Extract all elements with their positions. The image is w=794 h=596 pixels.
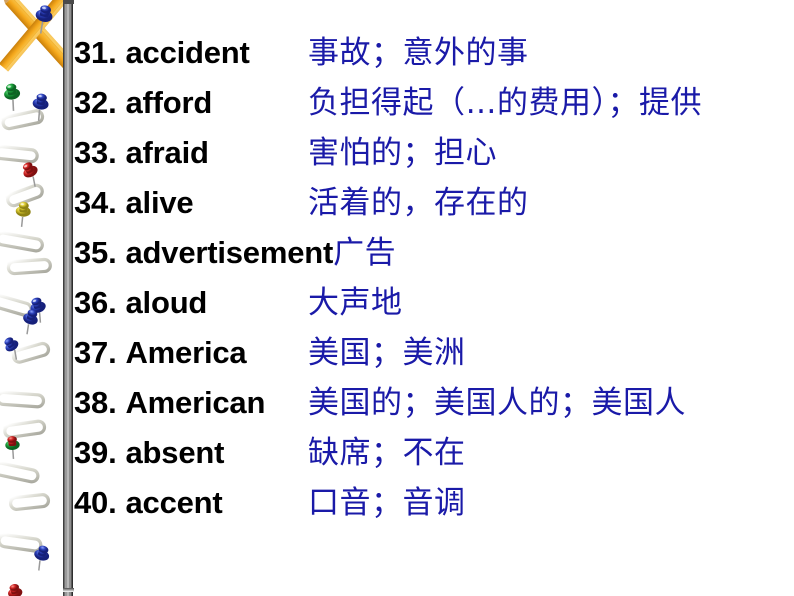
entry-english: 39. absent [74,428,308,478]
entry-number: 39. [74,435,117,470]
vocabulary-entry: 33. afraid 害怕的；担心 [74,128,794,178]
entry-word: aloud [125,285,208,320]
entry-english: 37. America [74,328,308,378]
entry-word: accident [125,35,250,70]
entry-word: accent [125,485,223,520]
entry-english: 34. alive [74,178,308,228]
entry-chinese: 害怕的；担心 [308,135,497,171]
entry-number: 33. [74,135,117,170]
entry-number: 32. [74,85,117,120]
vocabulary-list: 31. accident 事故；意外的事 32. afford 负担得起（…的费用）；提… [74,28,794,528]
entry-chinese: 广告 [333,235,397,271]
vocabulary-entry: 34. alive 活着的，存在的 [74,178,794,228]
entry-chinese: 大声地 [308,285,403,321]
vocabulary-entry: 39. absent 缺席；不在 [74,428,794,478]
vocabulary-entry: 40. accent 口音；音调 [74,478,794,528]
entry-number: 35. [74,235,117,270]
entry-chinese: 美国的；美国人的；美国人 [308,385,686,421]
entry-english: 36. aloud [74,278,308,328]
vocabulary-entry: 37. America 美国；美洲 [74,328,794,378]
entry-english: 31. accident [74,28,308,78]
entry-chinese: 活着的，存在的 [308,185,529,221]
vocabulary-entry: 32. afford 负担得起（…的费用）；提供 [74,78,794,128]
vertical-divider [63,0,74,596]
entry-number: 37. [74,335,117,370]
vocabulary-entry: 35. advertisement广告 [74,228,794,278]
content-area: 31. accident 事故；意外的事 32. afford 负担得起（…的费用）；提… [74,0,794,596]
entry-number: 34. [74,185,117,220]
vocabulary-entry: 36. aloud 大声地 [74,278,794,328]
entry-english: 35. advertisement [74,228,333,278]
divider-bottom-cap [63,588,74,592]
stationery-border-image [0,0,63,596]
entry-english: 38. American [74,378,308,428]
divider-top-cap [63,0,74,4]
entry-number: 31. [74,35,117,70]
entry-number: 38. [74,385,117,420]
entry-number: 40. [74,485,117,520]
entry-chinese: 缺席；不在 [308,435,466,471]
entry-word: American [125,385,266,420]
entry-english: 33. afraid [74,128,308,178]
entry-word: America [125,335,247,370]
entry-number: 36. [74,285,117,320]
entry-word: absent [125,435,225,470]
entry-word: afraid [125,135,209,170]
vocabulary-entry: 38. American 美国的；美国人的；美国人 [74,378,794,428]
entry-chinese: 负担得起（…的费用）；提供 [308,85,702,121]
entry-english: 40. accent [74,478,308,528]
entry-chinese: 口音；音调 [308,485,466,521]
entry-word: advertisement [125,235,334,270]
entry-chinese: 美国；美洲 [308,335,466,371]
vocabulary-entry: 31. accident 事故；意外的事 [74,28,794,78]
slide-canvas: 31. accident 事故；意外的事 32. afford 负担得起（…的费用）；提… [0,0,794,596]
entry-chinese: 事故；意外的事 [308,35,529,71]
entry-english: 32. afford [74,78,308,128]
entry-word: afford [125,85,213,120]
entry-word: alive [125,185,194,220]
